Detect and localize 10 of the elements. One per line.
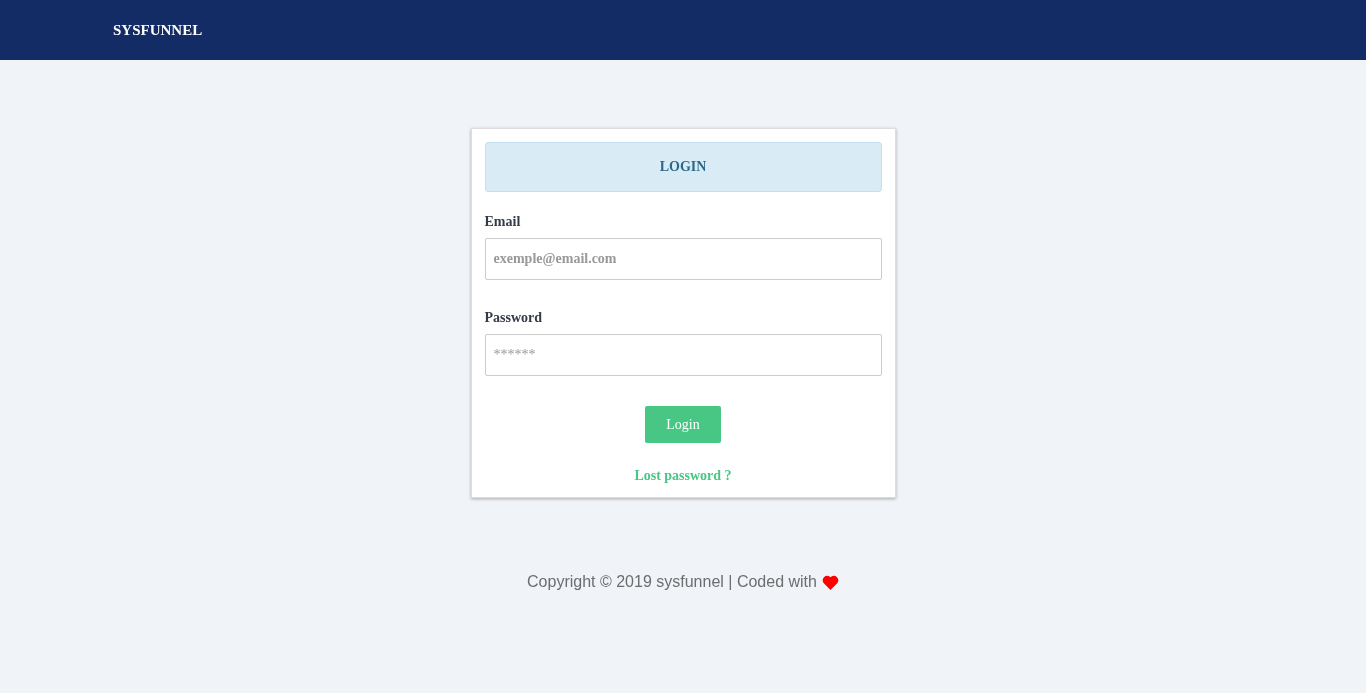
heart-icon (821, 574, 839, 590)
field-label: Password (484, 310, 544, 326)
login-button[interactable]: Login (645, 406, 721, 443)
brand-logo[interactable]: SYSFUNNEL (113, 21, 203, 39)
copyright-text: Copyright © 2019 sysfunnel | Coded with (527, 573, 817, 591)
password-field[interactable]: ****** (484, 334, 882, 376)
lost-password-link[interactable]: Lost password ? (634, 468, 732, 484)
email-field[interactable]: exemple@email.com (484, 238, 882, 280)
field-label: Email (484, 214, 522, 230)
card-title: LOGIN (484, 142, 882, 192)
